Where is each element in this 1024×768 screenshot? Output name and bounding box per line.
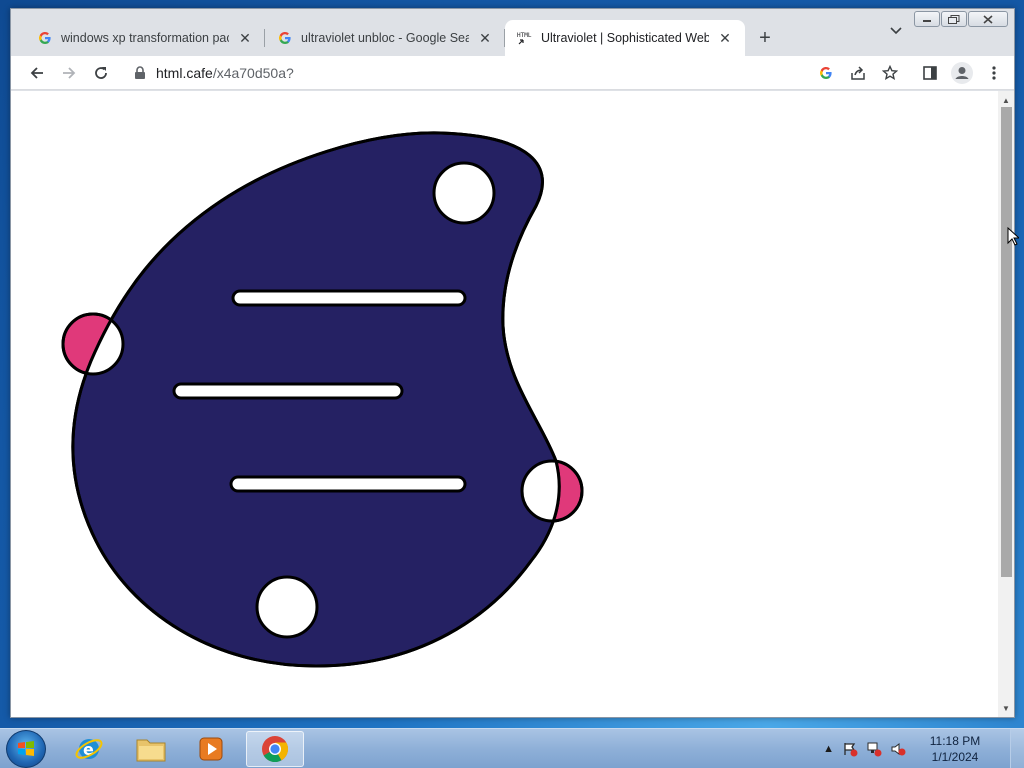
show-desktop-button[interactable] — [1010, 729, 1024, 768]
minimize-icon — [923, 20, 931, 22]
bar-middle — [172, 382, 404, 400]
internet-explorer-icon: e — [75, 739, 103, 759]
mouse-cursor-icon — [1007, 227, 1019, 246]
scroll-up-arrow[interactable]: ▲ — [998, 93, 1014, 107]
toolbar-actions — [814, 59, 1006, 87]
tab-close-button[interactable]: ✕ — [477, 30, 493, 46]
ultraviolet-logo — [61, 131, 584, 668]
folder-icon — [136, 739, 166, 762]
taskbar-windows-explorer[interactable] — [122, 731, 180, 767]
google-lens-button[interactable] — [814, 61, 838, 85]
tab-title: ultraviolet unbloc - Google Searc — [301, 31, 469, 45]
google-g-icon — [277, 30, 293, 46]
close-window-button[interactable] — [968, 11, 1008, 27]
google-g-icon — [37, 30, 53, 46]
bar-top — [231, 289, 467, 307]
star-icon — [882, 65, 898, 81]
vertical-scrollbar[interactable]: ▲ ▼ — [998, 91, 1014, 717]
media-player-icon — [199, 737, 223, 761]
tab-ultraviolet-search[interactable]: ultraviolet unbloc - Google Searc ✕ — [265, 20, 505, 56]
svg-text:HTML: HTML — [517, 32, 532, 39]
bookmark-button[interactable] — [878, 61, 902, 85]
url-host: html.cafe — [156, 65, 213, 81]
tab-search-button[interactable] — [890, 23, 902, 38]
back-button[interactable] — [21, 59, 53, 87]
tab-title: Ultraviolet | Sophisticated Web P — [541, 31, 709, 45]
url-text: html.cafe/x4a70d50a? — [156, 65, 294, 81]
profile-button[interactable] — [950, 61, 974, 85]
network-icon[interactable] — [866, 741, 882, 757]
volume-muted-icon[interactable] — [890, 741, 906, 757]
new-tab-button[interactable]: + — [751, 20, 779, 56]
system-tray: ▲ 11:18 PM 1/1/2024 — [823, 729, 1024, 768]
taskbar-media-player[interactable] — [182, 731, 240, 767]
kebab-menu-icon — [992, 66, 996, 80]
url-path: /x4a70d50a? — [212, 65, 294, 81]
chrome-icon — [262, 736, 289, 763]
maximize-button[interactable] — [941, 11, 967, 27]
google-g-icon — [820, 67, 832, 79]
tab-close-button[interactable]: ✕ — [717, 30, 733, 46]
reload-button[interactable] — [85, 59, 117, 87]
share-button[interactable] — [846, 61, 870, 85]
bottom-dot — [255, 575, 319, 639]
forward-button[interactable] — [53, 59, 85, 87]
tab-strip: windows xp transformation pack ✕ ultravi… — [25, 20, 779, 56]
taskbar: e ▲ 11:18 PM 1/1/2024 — [0, 728, 1024, 768]
share-icon — [851, 66, 865, 80]
html-icon: HTML — [517, 30, 533, 46]
taskbar-internet-explorer[interactable]: e — [60, 731, 118, 767]
page-viewport: ▲ ▼ — [11, 91, 1014, 717]
menu-button[interactable] — [982, 61, 1006, 85]
browser-window: windows xp transformation pack ✕ ultravi… — [10, 8, 1015, 718]
title-bar: windows xp transformation pack ✕ ultravi… — [11, 9, 1014, 56]
clock[interactable]: 11:18 PM 1/1/2024 — [922, 733, 988, 765]
bar-bottom — [229, 475, 467, 493]
arrow-left-icon — [30, 66, 43, 79]
clock-time: 11:18 PM — [929, 734, 981, 748]
tab-title: windows xp transformation pack — [61, 31, 229, 45]
lock-icon — [135, 66, 145, 79]
top-dot — [432, 161, 496, 225]
tab-windows-xp[interactable]: windows xp transformation pack ✕ — [25, 20, 265, 56]
side-panel-button[interactable] — [918, 61, 942, 85]
scroll-down-arrow[interactable]: ▼ — [998, 701, 1014, 715]
side-panel-icon — [923, 66, 937, 80]
clock-date: 1/1/2024 — [931, 750, 979, 764]
address-bar[interactable]: html.cafe/x4a70d50a? — [124, 59, 784, 87]
arrow-right-icon — [63, 66, 76, 79]
tab-ultraviolet-active[interactable]: HTML Ultraviolet | Sophisticated Web P ✕ — [505, 20, 745, 56]
reload-icon — [95, 66, 107, 79]
action-center-icon[interactable] — [842, 741, 858, 757]
minimize-button[interactable] — [914, 11, 940, 27]
taskbar-chrome[interactable] — [246, 731, 304, 767]
windows-logo-icon — [18, 741, 34, 756]
scroll-thumb[interactable] — [1001, 107, 1012, 577]
browser-toolbar: html.cafe/x4a70d50a? — [11, 56, 1014, 90]
window-controls — [914, 11, 1008, 27]
tab-close-button[interactable]: ✕ — [237, 30, 253, 46]
chevron-down-icon — [890, 27, 902, 35]
start-button[interactable] — [6, 730, 46, 768]
close-icon — [983, 14, 993, 24]
show-hidden-icons-button[interactable]: ▲ — [823, 743, 834, 755]
tray-icons: ▲ — [823, 741, 906, 757]
restore-icon — [948, 14, 960, 24]
avatar-icon — [951, 62, 973, 84]
